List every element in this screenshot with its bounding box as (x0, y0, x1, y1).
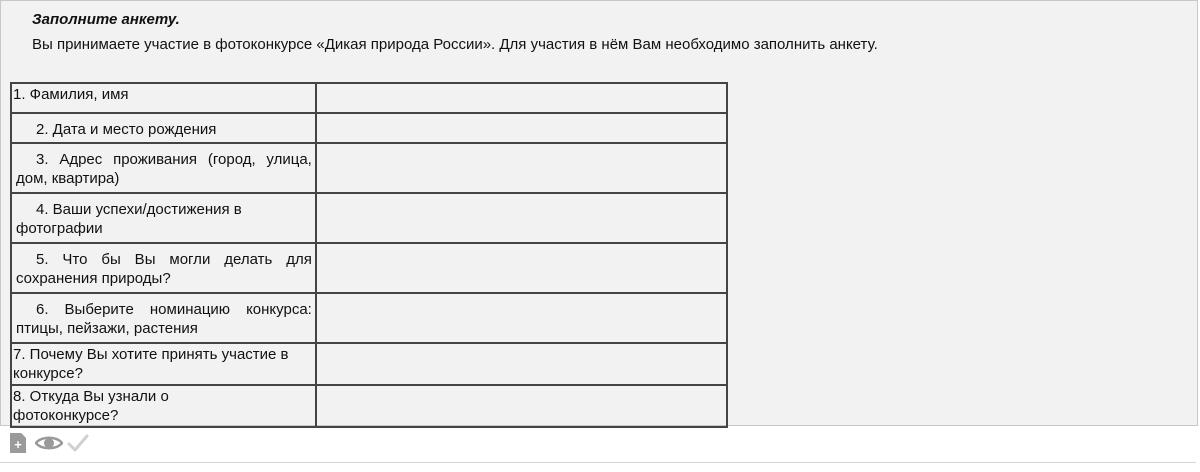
answer-field[interactable] (314, 342, 729, 386)
task-title: Заполните анкету. (32, 11, 180, 28)
question-cell: 6. Выберите номинацию конкурса: птицы, п… (10, 292, 317, 344)
table-row: 5. Что бы Вы могли делать для сохранения… (10, 242, 729, 294)
question-cell: 7. Почему Вы хотите принять участие в ко… (10, 342, 317, 386)
answer-field[interactable] (314, 192, 729, 244)
question-cell: 4. Ваши успехи/достижения в фотографии (10, 192, 317, 244)
table-row: 1. Фамилия, имя (10, 82, 729, 114)
question-cell: 5. Что бы Вы могли делать для сохранения… (10, 242, 317, 294)
add-document-icon[interactable]: + (10, 433, 26, 453)
question-label: 8. Откуда Вы узнали о фотоконкурсе? (13, 388, 169, 424)
answer-field[interactable] (314, 142, 729, 194)
bottom-toolbar: + (10, 431, 89, 455)
question-label: 3. Адрес проживания (город, улица, дом, … (16, 151, 312, 187)
question-label: 1. Фамилия, имя (13, 86, 129, 103)
question-cell: 2. Дата и место рождения (10, 112, 317, 144)
question-cell: 3. Адрес проживания (город, улица, дом, … (10, 142, 317, 194)
eye-icon[interactable] (35, 434, 63, 452)
table-row: 7. Почему Вы хотите принять участие в ко… (10, 342, 729, 386)
question-label: 7. Почему Вы хотите принять участие в ко… (13, 346, 289, 382)
answer-field[interactable] (314, 82, 729, 114)
question-label: 4. Ваши успехи/достижения в фотографии (16, 201, 242, 237)
checkmark-icon[interactable] (67, 433, 89, 453)
table-row: 3. Адрес проживания (город, улица, дом, … (10, 142, 729, 194)
questionnaire-table: 1. Фамилия, имя 2. Дата и место рождения… (10, 82, 729, 428)
table-row: 2. Дата и место рождения (10, 112, 729, 144)
answer-field[interactable] (314, 292, 729, 344)
task-intro: Вы принимаете участие в фотоконкурсе «Ди… (32, 36, 878, 53)
answer-field[interactable] (314, 242, 729, 294)
task-panel: Заполните анкету. Вы принимаете участие … (0, 0, 1198, 428)
question-label: 6. Выберите номинацию конкурса: птицы, п… (16, 301, 312, 337)
table-row: 4. Ваши успехи/достижения в фотографии (10, 192, 729, 244)
table-row: 6. Выберите номинацию конкурса: птицы, п… (10, 292, 729, 344)
add-symbol: + (14, 437, 22, 452)
question-label: 5. Что бы Вы могли делать для сохранения… (16, 251, 312, 287)
divider (0, 462, 1196, 463)
question-cell: 1. Фамилия, имя (10, 82, 317, 114)
answer-field[interactable] (314, 112, 729, 144)
answer-field[interactable] (314, 384, 729, 428)
question-cell: 8. Откуда Вы узнали о фотоконкурсе? (10, 384, 317, 428)
table-row: 8. Откуда Вы узнали о фотоконкурсе? (10, 384, 729, 428)
question-label: 2. Дата и место рождения (36, 121, 217, 138)
